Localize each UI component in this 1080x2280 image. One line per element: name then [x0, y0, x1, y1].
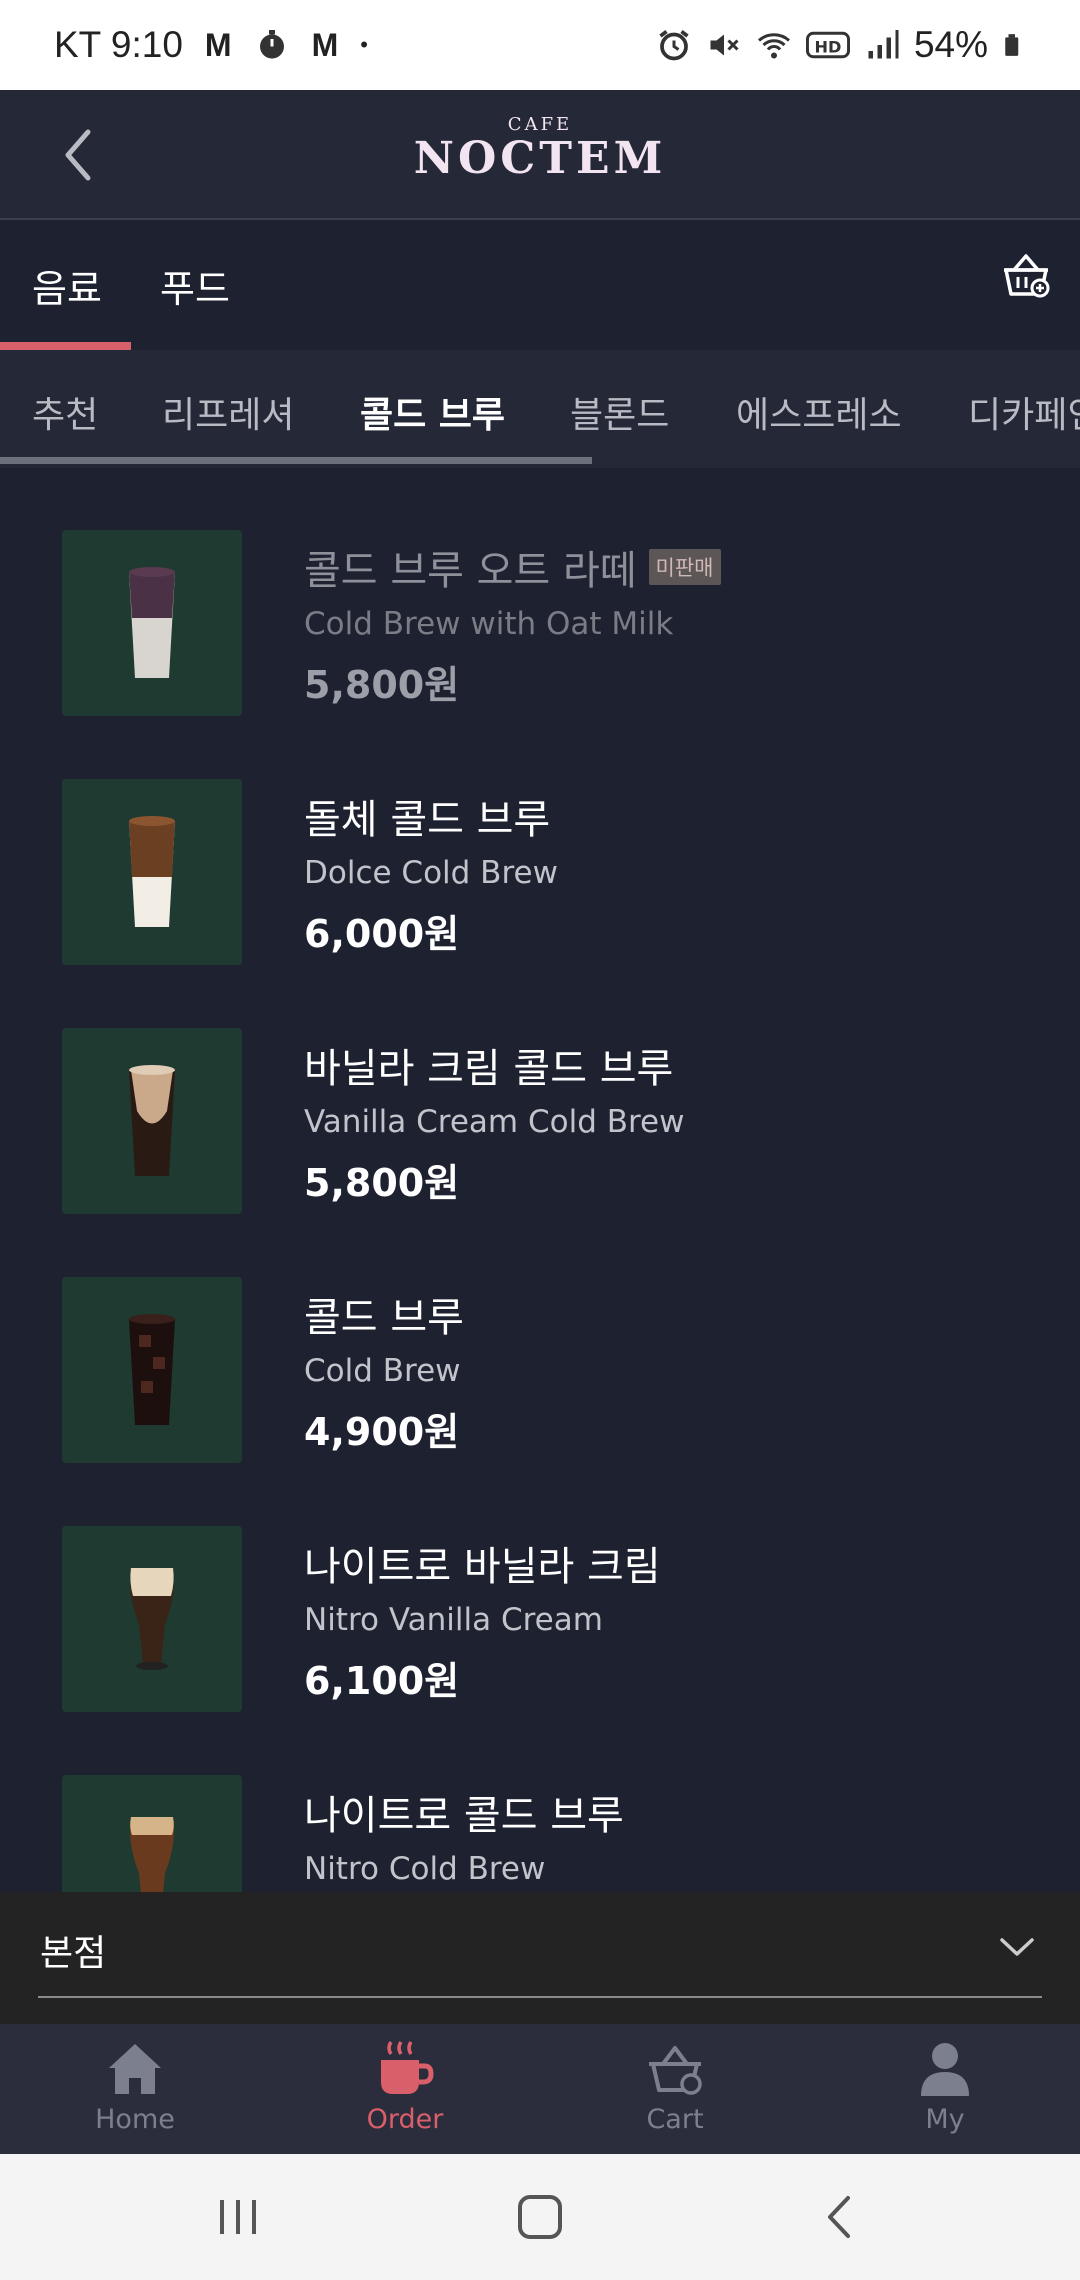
- subtab-recommended[interactable]: 추천: [32, 386, 98, 438]
- product-item[interactable]: 콜드 브루 Cold Brew 4,900원: [0, 1215, 1080, 1464]
- product-item[interactable]: 나이트로 콜드 브루 Nitro Cold Brew: [0, 1713, 1080, 1892]
- bottom-navigation: Home Order Cart My: [0, 2024, 1080, 2154]
- timer-icon: [259, 30, 284, 59]
- brand-logo: CAFE NOCTEM: [0, 114, 1080, 184]
- app-screen: KT 9:10 M M • HD 54% CAFE NOCTEM 음료 푸드 추…: [0, 0, 1080, 2280]
- recent-apps-icon[interactable]: [208, 2192, 268, 2242]
- signal-icon: [868, 30, 899, 59]
- product-item[interactable]: 돌체 콜드 브루 Dolce Cold Brew 6,000원: [0, 717, 1080, 966]
- home-icon: [109, 2044, 161, 2094]
- product-image: [62, 1775, 242, 1892]
- product-name: 돌체 콜드 브루: [304, 797, 551, 843]
- subtab-scroll-indicator: [0, 457, 592, 464]
- hd-icon: HD: [805, 31, 850, 59]
- subtab-refresher[interactable]: 리프레셔: [162, 386, 294, 438]
- gmail-indicator-icon: M: [204, 26, 232, 63]
- wifi-icon: [757, 33, 790, 59]
- user-icon: [921, 2043, 969, 2096]
- nav-cart-label: Cart: [646, 2104, 704, 2135]
- status-bar: KT 9:10 M M • HD 54%: [0, 0, 1080, 90]
- product-price: 5,800원: [304, 663, 460, 707]
- product-english-name: Vanilla Cream Cold Brew: [304, 1104, 685, 1140]
- active-tab-indicator: [0, 342, 131, 350]
- product-price: 4,900원: [304, 1410, 460, 1454]
- coffee-cup-icon: [381, 2041, 434, 2094]
- nav-order-label: Order: [366, 2104, 444, 2135]
- product-image: [62, 1526, 242, 1712]
- product-english-name: Cold Brew: [304, 1353, 461, 1389]
- brand-logo-big: NOCTEM: [413, 133, 667, 184]
- carrier-time: KT 9:10: [54, 24, 183, 65]
- mute-icon: [710, 34, 739, 56]
- alarm-icon: [659, 30, 689, 61]
- subtab-decaf[interactable]: 디카페인: [968, 386, 1080, 438]
- product-name: 나이트로 콜드 브루: [304, 1793, 624, 1839]
- product-name: 바닐라 크림 콜드 브루: [304, 1046, 674, 1092]
- nav-home[interactable]: Home: [0, 2038, 270, 2135]
- battery-percent: 54%: [913, 24, 988, 65]
- nav-cart[interactable]: Cart: [540, 2038, 810, 2135]
- tab-food[interactable]: 푸드: [160, 258, 230, 313]
- product-english-name: Cold Brew with Oat Milk: [304, 606, 674, 642]
- divider: [38, 1996, 1042, 1998]
- product-english-name: Nitro Vanilla Cream: [304, 1602, 603, 1638]
- not-for-sale-badge: 미판매: [648, 549, 721, 585]
- chevron-down-icon[interactable]: [998, 1932, 1036, 1962]
- subtab-cold-brew[interactable]: 콜드 브루: [360, 386, 505, 438]
- tab-drinks[interactable]: 음료: [32, 258, 102, 313]
- nav-home-label: Home: [95, 2104, 175, 2135]
- basket-nav-icon: [649, 2046, 702, 2095]
- app-header: CAFE NOCTEM: [0, 90, 1080, 220]
- store-name: 본점: [40, 1933, 107, 1974]
- brand-logo-small: CAFE: [507, 114, 573, 135]
- home-button-icon[interactable]: [510, 2192, 570, 2242]
- nav-order[interactable]: Order: [270, 2038, 540, 2135]
- battery-icon: [1005, 34, 1019, 56]
- product-image: [62, 779, 242, 965]
- main-tabs: 음료 푸드: [0, 222, 1080, 350]
- subtab-blonde[interactable]: 블론드: [570, 386, 669, 438]
- product-list[interactable]: 콜드 브루 오트 라떼 미판매 Cold Brew with Oat Milk 5…: [0, 468, 1080, 1892]
- product-name: 콜드 브루: [304, 1295, 464, 1341]
- product-image: [62, 1277, 242, 1463]
- subtab-espresso[interactable]: 에스프레소: [736, 386, 902, 438]
- product-item[interactable]: 나이트로 바닐라 크림 Nitro Vanilla Cream 6,100원: [0, 1464, 1080, 1713]
- product-name: 콜드 브루 오트 라떼: [304, 548, 637, 594]
- system-back-icon[interactable]: [812, 2192, 872, 2242]
- svg-text:HD: HD: [814, 37, 841, 56]
- basket-icon[interactable]: [996, 246, 1056, 306]
- notification-dot: •: [360, 32, 368, 57]
- gmail-indicator-icon-2: M: [311, 26, 339, 63]
- product-price: 6,000원: [304, 912, 460, 956]
- store-selector[interactable]: 본점: [0, 1892, 1080, 2024]
- product-image: [62, 530, 242, 716]
- nav-my[interactable]: My: [810, 2038, 1080, 2135]
- product-item[interactable]: 바닐라 크림 콜드 브루 Vanilla Cream Cold Brew 5,8…: [0, 966, 1080, 1215]
- system-navigation-bar: [0, 2154, 1080, 2280]
- category-subtabs: 추천 리프레셔 콜드 브루 블론드 에스프레소 디카페인: [0, 350, 1080, 468]
- product-english-name: Dolce Cold Brew: [304, 855, 558, 891]
- product-item[interactable]: 콜드 브루 오트 라떼 미판매 Cold Brew with Oat Milk 5…: [0, 468, 1080, 717]
- product-image: [62, 1028, 242, 1214]
- product-name: 나이트로 바닐라 크림: [304, 1544, 661, 1590]
- product-price: 5,800원: [304, 1161, 460, 1205]
- product-english-name: Nitro Cold Brew: [304, 1851, 546, 1887]
- nav-my-label: My: [925, 2104, 965, 2135]
- product-price: 6,100원: [304, 1659, 460, 1703]
